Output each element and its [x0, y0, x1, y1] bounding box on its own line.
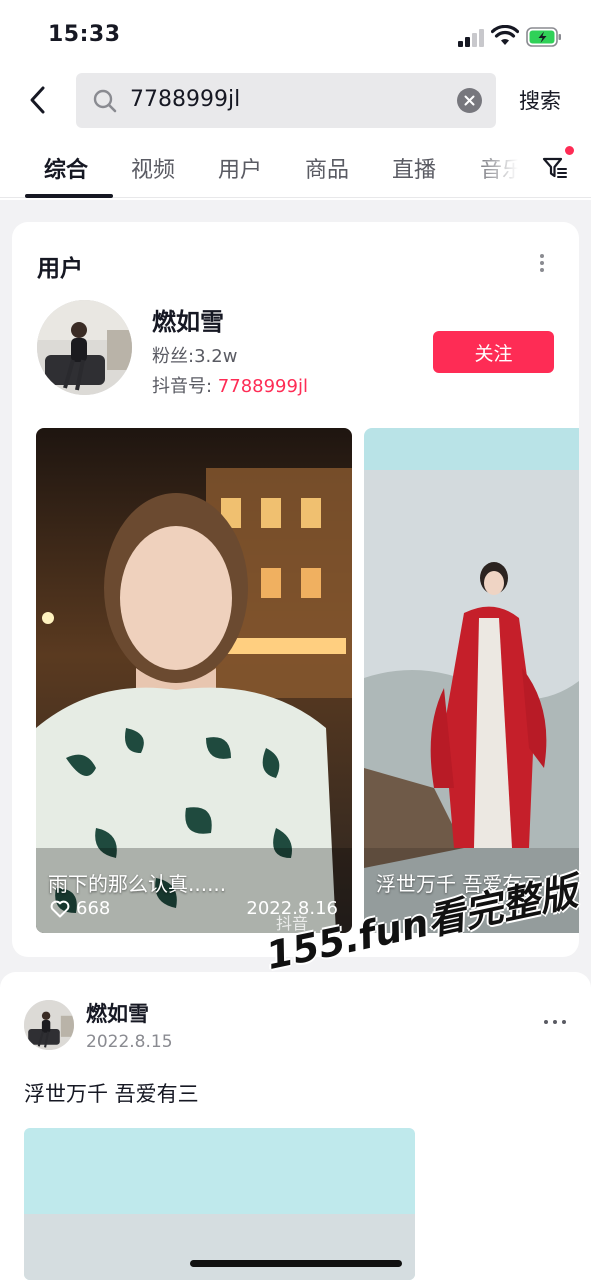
user-photo-icon: [37, 300, 132, 395]
wifi-icon: [491, 25, 519, 45]
post-image-lower: [24, 1214, 415, 1280]
follow-button[interactable]: 关注: [433, 331, 554, 373]
filter-notification-dot: [565, 146, 574, 155]
video-likes: 668: [50, 898, 110, 919]
user-id-label: 抖音号:: [152, 376, 218, 397]
post-image[interactable]: [24, 1128, 415, 1280]
status-bar: 15:33: [0, 0, 591, 70]
tab-videos[interactable]: 视频: [131, 152, 175, 184]
tab-comprehensive[interactable]: 综合: [44, 152, 88, 184]
post-text: 浮世万千 吾爱有三: [24, 1082, 199, 1106]
video-title: 雨下的那么认真......: [48, 872, 227, 896]
result-tabs: 综合 视频 用户 商品 直播 音乐: [0, 140, 591, 198]
battery-icon: [526, 27, 561, 47]
video-likes-count: 668: [76, 898, 111, 919]
search-query: 7788999jl: [130, 87, 241, 112]
more-options-icon[interactable]: [544, 1020, 566, 1026]
more-options-icon[interactable]: [536, 254, 548, 276]
user-fans-count: 粉丝:3.2w: [152, 346, 238, 367]
avatar[interactable]: [37, 300, 132, 395]
back-button[interactable]: [22, 84, 54, 116]
status-time: 15:33: [48, 22, 121, 47]
search-button[interactable]: 搜索: [519, 85, 561, 115]
heart-icon: [50, 900, 70, 917]
home-indicator: [190, 1260, 402, 1267]
section-title: 用户: [37, 256, 83, 282]
post-author[interactable]: 燃如雪: [86, 998, 149, 1028]
video-thumbnail-icon: [364, 428, 579, 933]
tab-fade: [470, 140, 530, 196]
user-douyin-id: 抖音号: 7788999jl: [152, 372, 308, 398]
cellular-signal-icon: [458, 29, 486, 47]
post-date: 2022.8.15: [86, 1032, 173, 1052]
filter-icon[interactable]: [541, 154, 569, 182]
video-thumbnail-icon: [36, 428, 352, 933]
tab-live[interactable]: 直播: [392, 152, 436, 184]
avatar[interactable]: [24, 1000, 74, 1050]
search-icon: [93, 89, 117, 113]
clear-search-button[interactable]: [457, 88, 482, 113]
search-input[interactable]: 7788999jl: [76, 73, 496, 128]
tab-users[interactable]: 用户: [218, 152, 262, 184]
tab-products[interactable]: 商品: [305, 152, 349, 184]
active-tab-indicator: [25, 194, 113, 198]
post-card: 燃如雪 2022.8.15 浮世万千 吾爱有三: [0, 972, 591, 1280]
video-card[interactable]: 浮世万千 吾爱有三: [364, 428, 579, 933]
user-name[interactable]: 燃如雪: [152, 302, 224, 337]
video-card[interactable]: 雨下的那么认真...... 668 2022.8.16 抖音: [36, 428, 352, 933]
user-photo-icon: [24, 1000, 74, 1050]
user-result-card: 用户 燃如雪 粉丝:3.2w 抖音号: 7788999jl 关注 雨下的那么认真…: [12, 222, 579, 957]
user-id-value: 7788999jl: [217, 376, 308, 397]
chevron-left-icon: [30, 86, 45, 114]
close-icon: [464, 95, 475, 106]
